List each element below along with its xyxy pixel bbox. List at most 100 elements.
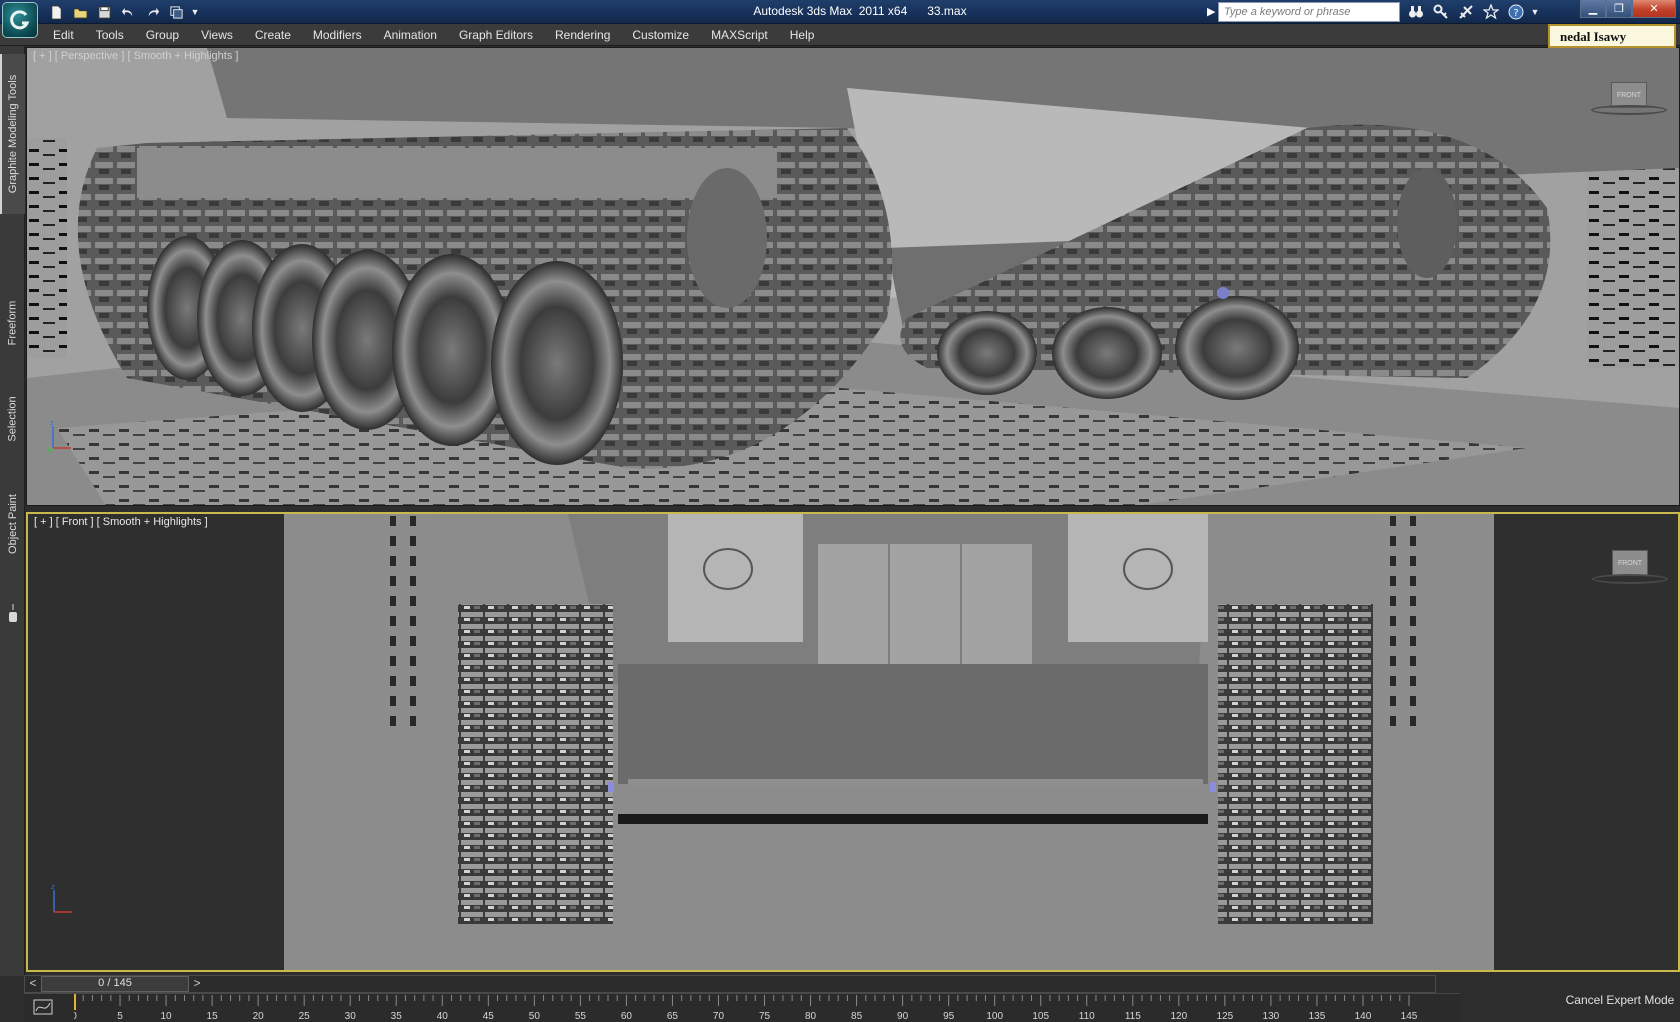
time-slider[interactable]: 0 / 145 <box>41 976 189 992</box>
help-icon[interactable]: ? <box>1505 2 1527 22</box>
tank-front-render <box>284 514 1494 970</box>
track-tick-label: 30 <box>345 1011 357 1022</box>
project-folder-icon[interactable] <box>166 3 186 22</box>
current-frame-marker[interactable] <box>74 994 76 1010</box>
track-tick-label: 35 <box>391 1011 403 1022</box>
ribbon-toggle-icon[interactable] <box>0 600 25 626</box>
axis-tripod-icon: z <box>39 418 79 463</box>
graphite-ribbon: Graphite Modeling Tools Freeform Selecti… <box>0 46 25 976</box>
track-bar[interactable]: 0 5 10 15 20 25 30 35 40 45 50 55 60 65 70 75 80 85 90 95 10… <box>24 993 1460 1022</box>
help-search-input[interactable]: Type a keyword or phrase <box>1218 2 1400 22</box>
tab-label: Graphite Modeling Tools <box>7 74 20 194</box>
menu-rendering[interactable]: Rendering <box>544 24 621 46</box>
track-tick-label: 95 <box>943 1011 955 1022</box>
svg-text:?: ? <box>1513 8 1518 19</box>
track-tick-label: 100 <box>986 1011 1003 1022</box>
track-tick-label: 25 <box>299 1011 311 1022</box>
window-title: Autodesk 3ds Max 2011 x64 33.max <box>753 4 967 18</box>
tank-perspective-render <box>27 48 1679 505</box>
menu-group[interactable]: Group <box>135 24 190 46</box>
track-tick-label: 70 <box>713 1011 725 1022</box>
track-tick-label: 10 <box>161 1011 173 1022</box>
main-menu: Edit Tools Group Views Create Modifiers … <box>42 24 825 46</box>
menu-customize[interactable]: Customize <box>621 24 700 46</box>
track-tick-label: 55 <box>575 1011 587 1022</box>
curve-editor-icon[interactable] <box>32 997 54 1017</box>
new-file-icon[interactable] <box>46 3 66 22</box>
menu-bar: Edit Tools Group Views Create Modifiers … <box>0 24 1680 46</box>
track-tick-label: 5 <box>117 1011 123 1022</box>
viewcube-compass[interactable] <box>1591 105 1667 115</box>
track-tick-label: 50 <box>529 1011 541 1022</box>
tab-object-paint[interactable]: Object Paint <box>0 484 25 564</box>
front-viewport-label[interactable]: [ + ] [ Front ] [ Smooth + Highlights ] <box>34 516 208 528</box>
track-tick-label: 40 <box>437 1011 449 1022</box>
tab-selection[interactable]: Selection <box>0 388 25 450</box>
track-tick-label: 15 <box>207 1011 219 1022</box>
user-name-badge: nedal Isawy <box>1548 24 1676 48</box>
track-tick-label: 115 <box>1125 1011 1141 1022</box>
save-icon[interactable] <box>94 3 114 22</box>
menu-modifiers[interactable]: Modifiers <box>302 24 373 46</box>
cancel-expert-mode-button[interactable]: Cancel Expert Mode <box>1560 985 1680 1015</box>
track-tick-label: 75 <box>759 1011 771 1022</box>
tab-graphite-modeling-tools[interactable]: Graphite Modeling Tools <box>0 54 25 214</box>
track-tick-label: 110 <box>1079 1011 1095 1022</box>
track-tick-label: 120 <box>1170 1011 1187 1022</box>
track-tick-label: 80 <box>805 1011 817 1022</box>
help-dropdown-icon[interactable]: ▼ <box>1530 2 1540 22</box>
track-tick-label: 0 <box>74 1011 77 1022</box>
menu-graph-editors[interactable]: Graph Editors <box>448 24 544 46</box>
track-tick-label: 140 <box>1355 1011 1372 1022</box>
menu-views[interactable]: Views <box>190 24 244 46</box>
window-controls: ▁ ❐ ✕ <box>1580 0 1676 18</box>
track-tick-label: 65 <box>667 1011 679 1022</box>
track-tick-label: 90 <box>897 1011 909 1022</box>
track-ruler: 0 5 10 15 20 25 30 35 40 45 50 55 60 65 70 75 80 85 90 95 10… <box>74 994 1418 1022</box>
front-viewport[interactable]: [ + ] [ Front ] [ Smooth + Highlights ] … <box>26 512 1680 972</box>
menu-help[interactable]: Help <box>779 24 826 46</box>
open-file-icon[interactable] <box>70 3 90 22</box>
track-tick-label: 45 <box>483 1011 495 1022</box>
minimize-button[interactable]: ▁ <box>1580 0 1606 18</box>
menu-maxscript[interactable]: MAXScript <box>700 24 779 46</box>
app-logo-icon <box>10 10 30 30</box>
front-viewcube[interactable]: FRONT <box>1612 550 1648 576</box>
close-button[interactable]: ✕ <box>1632 0 1676 18</box>
time-prev-button[interactable]: < <box>25 976 41 992</box>
toolbar-dropdown-icon[interactable]: ▼ <box>190 3 200 22</box>
restore-button[interactable]: ❐ <box>1606 0 1632 18</box>
search-expand-icon[interactable]: ▶ <box>1207 5 1215 18</box>
perspective-viewport-label[interactable]: [ + ] [ Perspective ] [ Smooth + Highlig… <box>33 50 238 62</box>
communication-center-icon[interactable] <box>1455 2 1477 22</box>
time-slider-bar: < 0 / 145 > <box>24 975 1436 993</box>
app-window: ▼ Autodesk 3ds Max 2011 x64 33.max ▶ Typ… <box>0 0 1680 1022</box>
track-tick-label: 20 <box>253 1011 265 1022</box>
svg-text:z: z <box>50 419 54 427</box>
infocenter-toolbar: ? ▼ <box>1405 2 1540 22</box>
tab-label: Selection <box>6 396 19 442</box>
track-tick-label: 125 <box>1217 1011 1234 1022</box>
viewcube-compass[interactable] <box>1592 574 1668 584</box>
perspective-viewport[interactable]: [ + ] [ Perspective ] [ Smooth + Highlig… <box>26 47 1680 506</box>
redo-icon[interactable] <box>142 3 162 22</box>
undo-icon[interactable] <box>118 3 138 22</box>
time-next-button[interactable]: > <box>189 976 205 992</box>
tab-label: Freeform <box>6 300 19 346</box>
track-tick-label: 85 <box>851 1011 863 1022</box>
menu-edit[interactable]: Edit <box>42 24 85 46</box>
menu-tools[interactable]: Tools <box>85 24 135 46</box>
track-tick-label: 60 <box>621 1011 633 1022</box>
binoculars-icon[interactable] <box>1405 2 1427 22</box>
menu-create[interactable]: Create <box>244 24 302 46</box>
quick-access-toolbar: ▼ <box>46 2 200 22</box>
favorites-star-icon[interactable] <box>1480 2 1502 22</box>
menu-animation[interactable]: Animation <box>373 24 448 46</box>
title-bar: ▼ Autodesk 3ds Max 2011 x64 33.max ▶ Typ… <box>0 0 1680 24</box>
track-tick-label: 130 <box>1263 1011 1280 1022</box>
track-tick-label: 145 <box>1401 1011 1418 1022</box>
axis-tripod-icon: z <box>40 882 80 927</box>
tab-freeform[interactable]: Freeform <box>0 292 25 354</box>
application-menu-button[interactable] <box>2 2 38 38</box>
key-icon[interactable] <box>1430 2 1452 22</box>
